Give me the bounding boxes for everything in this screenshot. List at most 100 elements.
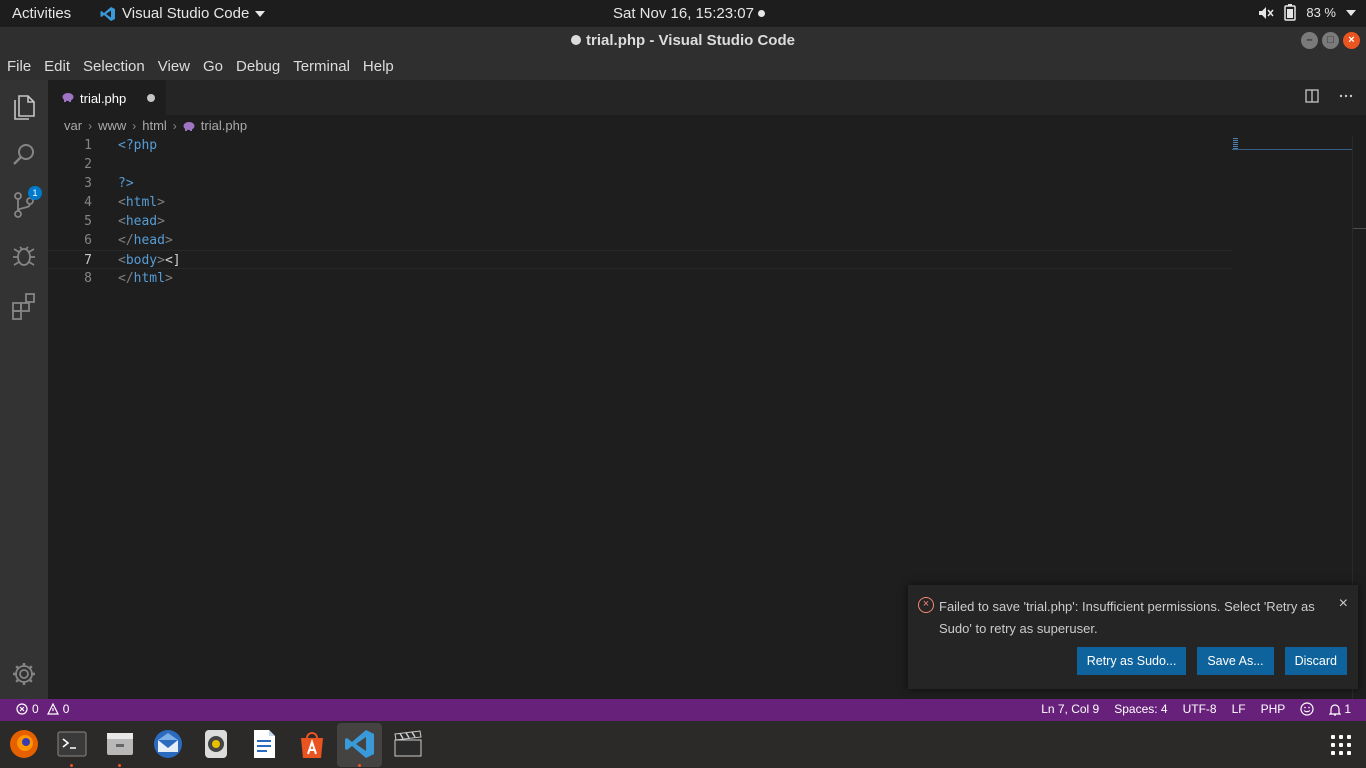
gear-icon[interactable] xyxy=(8,658,40,690)
menu-selection[interactable]: Selection xyxy=(83,55,151,80)
notifications-indicator[interactable]: 1 xyxy=(1329,702,1351,716)
discard-button[interactable]: Discard xyxy=(1284,647,1347,675)
unsaved-dot-icon[interactable] xyxy=(147,94,155,102)
tab-label: trial.php xyxy=(80,91,127,106)
save-as-button[interactable]: Save As... xyxy=(1197,647,1274,675)
battery-icon xyxy=(1284,4,1297,21)
tab-trial-php[interactable]: trial.php xyxy=(48,80,166,115)
bracket: > xyxy=(164,233,173,248)
explorer-icon[interactable] xyxy=(8,90,40,122)
system-tray[interactable]: 83 % xyxy=(1258,4,1356,21)
code-line[interactable]: 3 ?> xyxy=(48,174,1232,193)
indentation[interactable]: Spaces: 4 xyxy=(1114,702,1167,716)
app-menu-label: Visual Studio Code xyxy=(122,5,250,22)
line-code: <body><] xyxy=(118,253,181,268)
tag-name: html xyxy=(125,195,158,210)
line-code: </html> xyxy=(118,271,173,286)
menu-help[interactable]: Help xyxy=(363,55,400,80)
files-icon[interactable] xyxy=(104,728,136,760)
show-applications-icon[interactable] xyxy=(1331,735,1351,755)
code-line[interactable]: 8 </html> xyxy=(48,269,1232,288)
status-right: Ln 7, Col 9 Spaces: 4 UTF-8 LF PHP 1 xyxy=(1041,702,1351,716)
bracket: </ xyxy=(118,271,134,286)
thunderbird-icon[interactable] xyxy=(152,728,184,760)
chevron-right-icon: › xyxy=(88,118,93,133)
error-notification: × Failed to save 'trial.php': Insufficie… xyxy=(908,585,1358,689)
close-window-button[interactable]: × xyxy=(1343,32,1360,49)
menu-edit[interactable]: Edit xyxy=(44,55,76,80)
php-elephant-icon xyxy=(62,93,74,102)
code-line-current[interactable]: 7 <body><] xyxy=(48,250,1232,269)
firefox-icon[interactable] xyxy=(8,728,40,760)
cursor-position[interactable]: Ln 7, Col 9 xyxy=(1041,702,1099,716)
problems-indicator[interactable]: 0 0 xyxy=(16,702,69,716)
minimap-slider[interactable] xyxy=(1232,136,1352,150)
tag-name: html xyxy=(133,271,165,286)
close-icon[interactable]: × xyxy=(1339,595,1348,613)
feedback-smiley-icon[interactable] xyxy=(1300,702,1314,716)
breadcrumb-file[interactable]: trial.php xyxy=(201,118,247,133)
code-line[interactable]: 4 <html> xyxy=(48,193,1232,212)
php-open-tag: <?php xyxy=(118,138,158,153)
battery-percent: 83 % xyxy=(1306,5,1336,20)
code-line[interactable]: 6 </head> xyxy=(48,231,1232,250)
notification-count: 1 xyxy=(1344,702,1351,716)
chevron-right-icon: › xyxy=(172,118,177,133)
language-mode[interactable]: PHP xyxy=(1261,702,1286,716)
encoding[interactable]: UTF-8 xyxy=(1183,702,1217,716)
editor-tab-bar: trial.php xyxy=(48,80,1366,115)
end-of-line[interactable]: LF xyxy=(1232,702,1246,716)
running-indicator xyxy=(358,764,361,767)
bracket: > xyxy=(157,253,165,268)
unsaved-dot-icon xyxy=(571,35,582,45)
window-title: trial.php - Visual Studio Code xyxy=(0,32,1366,49)
menu-go[interactable]: Go xyxy=(203,55,229,80)
more-actions-icon[interactable] xyxy=(1338,88,1354,104)
extensions-icon[interactable] xyxy=(8,290,40,322)
clock-text: Sat Nov 16, 15:23:07 xyxy=(613,5,754,22)
bracket: < xyxy=(118,195,126,210)
software-center-icon[interactable] xyxy=(296,728,328,760)
bracket: > xyxy=(157,214,165,229)
activity-bar: 1 xyxy=(0,80,48,699)
retry-as-sudo-button[interactable]: Retry as Sudo... xyxy=(1076,647,1187,675)
debug-icon[interactable] xyxy=(8,239,40,271)
search-icon[interactable] xyxy=(8,139,40,171)
line-code: <html> xyxy=(118,195,165,210)
chevron-down-icon xyxy=(255,10,266,17)
breadcrumb-html[interactable]: html xyxy=(142,118,167,133)
line-number: 3 xyxy=(84,176,92,191)
line-number: 8 xyxy=(84,271,92,286)
minimize-button[interactable]: – xyxy=(1301,32,1318,49)
writer-icon[interactable] xyxy=(248,728,280,760)
error-icon: × xyxy=(918,597,934,613)
scrollbar-cursor-marker xyxy=(1353,228,1366,229)
menu-file[interactable]: File xyxy=(7,55,37,80)
line-code: <head> xyxy=(118,214,165,229)
bracket: < xyxy=(118,214,126,229)
line-number: 2 xyxy=(84,157,92,172)
code-line[interactable]: 5 <head> xyxy=(48,212,1232,231)
clock[interactable]: Sat Nov 16, 15:23:07 xyxy=(613,5,765,22)
code-line[interactable]: 2 xyxy=(48,155,1232,174)
maximize-button[interactable]: □ xyxy=(1322,32,1339,49)
chevron-down-icon xyxy=(1346,9,1356,16)
app-menu[interactable]: Visual Studio Code xyxy=(100,5,266,22)
breadcrumb-www[interactable]: www xyxy=(98,118,126,133)
video-editor-icon[interactable] xyxy=(392,728,424,760)
terminal-icon[interactable] xyxy=(56,728,88,760)
vscode-icon[interactable] xyxy=(344,728,376,760)
code-line[interactable]: 1 <?php xyxy=(48,136,1232,155)
editor-actions xyxy=(1304,88,1354,104)
warning-count: 0 xyxy=(62,702,70,716)
split-editor-icon[interactable] xyxy=(1304,88,1320,104)
menu-terminal[interactable]: Terminal xyxy=(293,55,356,80)
menu-debug[interactable]: Debug xyxy=(236,55,286,80)
error-count: 0 xyxy=(32,702,39,716)
menu-view[interactable]: View xyxy=(158,55,196,80)
breadcrumb-var[interactable]: var xyxy=(64,118,82,133)
activities-button[interactable]: Activities xyxy=(12,5,71,22)
line-number: 7 xyxy=(84,253,92,268)
notification-message: Failed to save 'trial.php': Insufficient… xyxy=(939,599,1315,636)
rhythmbox-icon[interactable] xyxy=(200,728,232,760)
